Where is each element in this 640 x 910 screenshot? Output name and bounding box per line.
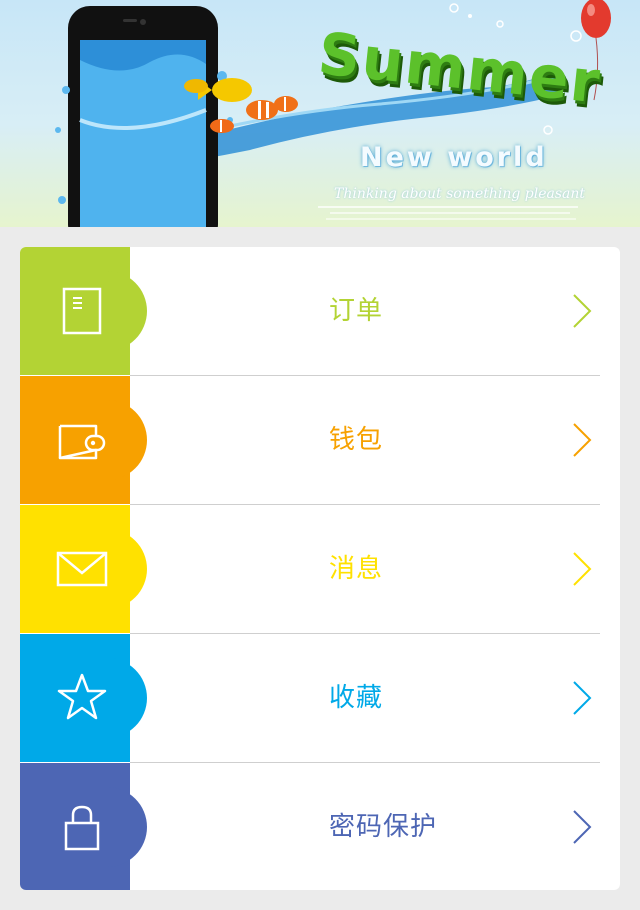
lock-icon: [64, 805, 100, 851]
menu-item-label: 密码保护: [329, 812, 438, 842]
menu-item-label: 钱包: [329, 425, 384, 455]
chevron-right-icon: [573, 552, 592, 586]
menu-item-wallet[interactable]: 钱包: [20, 376, 620, 504]
phone-illustration: [55, 6, 233, 227]
menu-item-label: 订单: [329, 296, 384, 326]
envelope-icon: [56, 551, 108, 587]
star-icon: [57, 673, 107, 720]
menu-item-label: 收藏: [329, 683, 384, 713]
banner-tagline: Thinking about something pleasant: [334, 186, 586, 202]
chevron-right-icon: [573, 810, 592, 844]
menu-item-password-protection[interactable]: 密码保护: [20, 763, 620, 890]
wallet-icon: [58, 424, 106, 460]
chevron-right-icon: [573, 423, 592, 457]
menu-item-label: 消息: [329, 554, 384, 584]
menu-list: 订单 钱包 消息 收藏 密码保护: [20, 247, 620, 890]
banner-subtitle: New world: [360, 142, 548, 173]
chevron-right-icon: [573, 294, 592, 328]
document-icon: [62, 287, 102, 335]
banner[interactable]: Summer New world Thinking about somethin…: [0, 0, 640, 227]
chevron-right-icon: [573, 681, 592, 715]
menu-item-messages[interactable]: 消息: [20, 505, 620, 633]
menu-item-orders[interactable]: 订单: [20, 247, 620, 375]
menu-item-favorites[interactable]: 收藏: [20, 634, 620, 762]
